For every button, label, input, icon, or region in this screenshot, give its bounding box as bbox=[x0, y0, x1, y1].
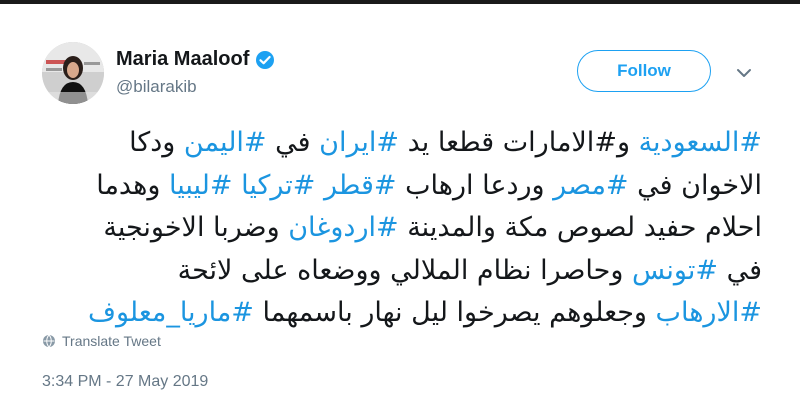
hashtag-link[interactable]: #ماريا_معلوف bbox=[88, 297, 254, 328]
tweet-line: الاخوان في #مصر وردعا ارهاب #قطر #تركيا … bbox=[40, 165, 762, 208]
avatar[interactable] bbox=[42, 42, 104, 104]
tweet-text: #السعودية و#الامارات قطعا يد #ايران في #… bbox=[40, 122, 762, 335]
chevron-down-icon[interactable] bbox=[736, 66, 752, 78]
hashtag-link[interactable]: #مصر bbox=[553, 170, 628, 201]
tweet-line: #السعودية و#الامارات قطعا يد #ايران في #… bbox=[40, 122, 762, 165]
tweet-text-segment: في bbox=[266, 127, 320, 158]
hashtag-link[interactable]: #ليبيا bbox=[169, 170, 233, 201]
hashtag-link[interactable]: #اردوغان bbox=[288, 212, 398, 243]
tweet-text-segment: وردعا ارهاب bbox=[396, 169, 554, 201]
display-name-row[interactable]: Maria Maaloof bbox=[116, 48, 275, 71]
hashtag-link[interactable]: #اليمن bbox=[184, 127, 267, 158]
tweet-text-segment: وضربا الاخونجية bbox=[103, 212, 289, 243]
tweet-line: في #تونس وحاصرا نظام الملالي ووضعاه على … bbox=[40, 250, 762, 293]
hashtag-link[interactable]: #تركيا bbox=[241, 170, 315, 201]
hashtag-link[interactable]: #السعودية bbox=[639, 127, 762, 158]
hashtag-link[interactable]: #الارهاب bbox=[656, 297, 762, 328]
follow-button[interactable]: Follow bbox=[577, 50, 711, 92]
tweet-text-segment bbox=[233, 170, 242, 201]
tweet-line: #الارهاب وجعلوهم يصرخوا ليل نهار باسمهما… bbox=[40, 292, 762, 335]
hashtag-link[interactable]: #قطر bbox=[324, 170, 397, 201]
tweet-text-segment: قطعا يد bbox=[399, 127, 503, 158]
tweet-line: احلام حفيد لصوص مكة والمدينة #اردوغان وض… bbox=[40, 207, 762, 250]
tweet-text-segment: وجعلوهم يصرخوا ليل نهار باسمهما bbox=[253, 297, 656, 328]
tweet-text-segment: وحاصرا نظام الملالي ووضعاه على لائحة bbox=[177, 254, 632, 286]
globe-icon bbox=[42, 334, 56, 348]
display-name[interactable]: Maria Maaloof bbox=[116, 48, 249, 71]
tweet-text-segment: في bbox=[718, 254, 762, 286]
hashtag-link[interactable]: #تونس bbox=[632, 255, 718, 286]
tweet-text-segment: #الامارات bbox=[502, 127, 617, 158]
tweet-text-segment: الاخوان في bbox=[628, 169, 762, 201]
top-border bbox=[0, 0, 800, 4]
tweet-text-segment: احلام حفيد لصوص مكة والمدينة bbox=[398, 212, 762, 243]
tweet-text-segment: و bbox=[616, 127, 639, 158]
user-handle[interactable]: @bilarakib bbox=[116, 77, 197, 97]
translate-label[interactable]: Translate Tweet bbox=[62, 333, 161, 349]
translate-tweet-link[interactable]: Translate Tweet bbox=[42, 333, 161, 349]
verified-badge-icon bbox=[255, 50, 275, 70]
tweet-text-segment: ودكا bbox=[129, 127, 184, 158]
hashtag-link[interactable]: #ايران bbox=[319, 127, 399, 158]
tweet-text-segment: وهدما bbox=[96, 169, 169, 201]
tweet-text-segment bbox=[315, 170, 324, 201]
tweet-timestamp[interactable]: 3:34 PM - 27 May 2019 bbox=[42, 373, 208, 391]
